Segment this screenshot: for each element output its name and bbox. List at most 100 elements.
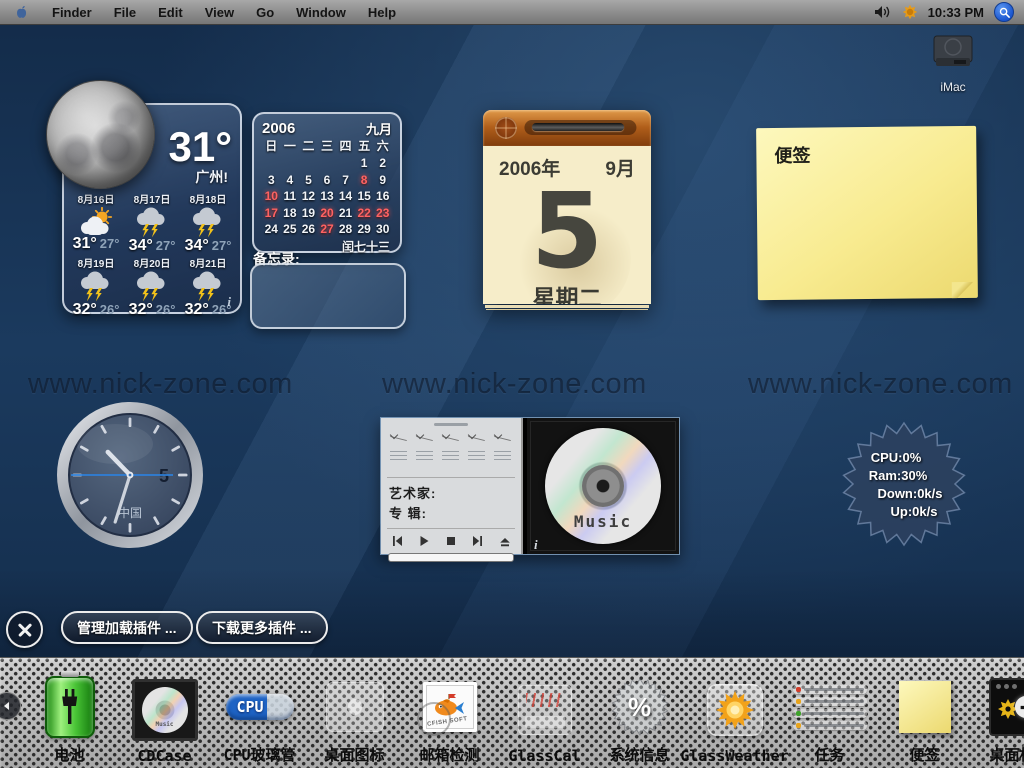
star-percent-icon: %: [611, 678, 669, 736]
eject-button[interactable]: [498, 534, 512, 548]
calendar-day-headers: 日一二三四五六: [262, 138, 392, 155]
dock-item-label: 便签: [909, 744, 939, 765]
menubar-clock[interactable]: 10:33 PM: [928, 5, 984, 20]
stop-button[interactable]: [444, 534, 458, 548]
dock-item-label: 电池: [54, 744, 84, 765]
left-arrow-icon: [2, 701, 12, 711]
calendar-day: 17: [262, 205, 281, 222]
sticky-note-icon: [899, 681, 951, 733]
dock-scroll-left-button[interactable]: [0, 692, 21, 720]
menu-item-finder[interactable]: Finder: [41, 5, 103, 20]
calendar-day: 23: [373, 205, 392, 222]
dock-item-便签[interactable]: 便签: [877, 658, 972, 768]
calendar-day: 12: [299, 188, 318, 205]
forecast-date: 8月21日: [190, 255, 227, 270]
menu-item-file[interactable]: File: [103, 5, 147, 20]
city-label: 广州!: [195, 167, 228, 187]
download-plugins-button[interactable]: 下载更多插件 ...: [196, 611, 328, 644]
dock-item-CDCase[interactable]: Music CDCase: [117, 658, 212, 768]
forecast-temps: 32°26°: [73, 301, 120, 319]
dock-item-桌面图标[interactable]: 桌面图标: [307, 658, 402, 768]
calendar-day: 10: [262, 188, 281, 205]
storm-icon: [188, 271, 228, 303]
forecast-temps: 34°27°: [129, 237, 176, 255]
widget-engine-icon[interactable]: [902, 4, 918, 20]
system-monitor-widget[interactable]: CPU:0%Ram:30%Down:0k/sUp:0k/s: [841, 421, 967, 547]
month-calendar-widget[interactable]: 2006 九月 日一二三四五六 123456789101112131415161…: [252, 112, 402, 253]
calendar-day: 24: [262, 221, 281, 238]
glass-sun-icon: [707, 684, 763, 736]
battery-icon: [45, 676, 95, 738]
booklet-diagrams: [387, 429, 515, 478]
prev-button[interactable]: [390, 534, 404, 548]
page-calendar-weekday: 星期二: [483, 279, 651, 304]
dock-item-label: GlassCal: [508, 747, 580, 765]
memo-input-area[interactable]: [250, 263, 406, 329]
calendar-grid: 1234567891011121314151617181920212223242…: [262, 155, 392, 238]
page-stack: [485, 305, 649, 308]
menu-item-help[interactable]: Help: [357, 5, 407, 20]
sticky-note-text: 便签: [756, 126, 976, 168]
glass-calendar-icon: [518, 685, 572, 735]
dock-item-label: GlassWeather: [680, 747, 788, 765]
clock-widget[interactable]: 5 中国: [55, 400, 205, 555]
sun-cloud-icon: [76, 207, 116, 237]
temp-high: 34°: [129, 237, 153, 254]
manage-plugins-button[interactable]: 管理加载插件 ...: [61, 611, 193, 644]
dock-item-任务[interactable]: 任务: [782, 658, 877, 768]
dock-item-label: 桌面标签: [989, 744, 1024, 765]
forecast-cell: 8月17日 34°27°: [124, 191, 180, 255]
dock-item-GlassWeather[interactable]: GlassWeather: [687, 658, 782, 768]
play-button[interactable]: [417, 534, 431, 548]
dock-item-电池[interactable]: 电池: [22, 658, 117, 768]
apple-logo-icon: [14, 4, 29, 20]
forecast-grid: 8月16日 31°27° 8月17日 34°27° 8月18日 34°27° 8…: [68, 191, 236, 304]
dock-item-GlassCal[interactable]: GlassCal: [497, 658, 592, 768]
cd-player-widget[interactable]: 艺术家: 专 辑: Music i: [380, 417, 680, 555]
next-button[interactable]: [471, 534, 485, 548]
dock-item-CPU玻璃管[interactable]: CPU CPU玻璃管: [212, 658, 307, 768]
menu-item-window[interactable]: Window: [285, 5, 357, 20]
menu-item-view[interactable]: View: [194, 5, 245, 20]
page-calendar-widget[interactable]: 2006年 9月 5 星期二 丙戌狗年 闰七十三: [483, 110, 651, 312]
calendar-day-header: 一: [281, 138, 300, 155]
apple-menu[interactable]: [0, 4, 41, 20]
temp-low: 27°: [212, 238, 232, 253]
spotlight-icon[interactable]: [994, 2, 1014, 22]
weather-info-button[interactable]: i: [227, 294, 231, 310]
dock-item-桌面标签[interactable]: 桌面标签: [972, 658, 1024, 768]
calendar-day: 18: [281, 205, 300, 222]
cd-progress-bar[interactable]: [388, 553, 514, 562]
volume-icon[interactable]: [874, 5, 892, 19]
calendar-empty-cell: [299, 155, 318, 172]
cd-info-button[interactable]: i: [534, 537, 538, 553]
moon-image: [46, 80, 155, 189]
watermark: www.nick-zone.com: [748, 368, 1013, 401]
menu-item-go[interactable]: Go: [245, 5, 285, 20]
temp-low: 27°: [156, 238, 176, 253]
page-calendar-body: 2006年 9月 5 星期二 丙戌狗年 闰七十三: [483, 146, 651, 304]
forecast-date: 8月17日: [134, 191, 171, 206]
calendar-day: 28: [336, 221, 355, 238]
ghost-panel-icon: [326, 682, 384, 732]
calendar-day: 5: [299, 172, 318, 189]
cd-jewel-case: Music i: [523, 418, 679, 554]
calendar-day-header: 六: [373, 138, 392, 155]
calendar-day: 21: [336, 205, 355, 222]
close-dashboard-button[interactable]: [6, 611, 43, 648]
menubar-status-area: 10:33 PM: [874, 2, 1024, 22]
calendar-day-header: 三: [318, 138, 337, 155]
sticky-note-widget[interactable]: 便签: [756, 126, 978, 300]
dock-item-邮箱检测[interactable]: CFISH SOFT 邮箱检测: [402, 658, 497, 768]
desktop-icon-imac[interactable]: iMac: [922, 32, 984, 94]
calendar-day: 13: [318, 188, 337, 205]
current-temp: 31°: [168, 123, 232, 171]
calendar-day: 30: [373, 221, 392, 238]
calendar-day: 29: [355, 221, 374, 238]
menu-items: FinderFileEditViewGoWindowHelp: [41, 5, 407, 20]
page-calendar-month: 9月: [605, 154, 635, 181]
menu-item-edit[interactable]: Edit: [147, 5, 194, 20]
dock-item-系统信息[interactable]: % 系统信息: [592, 658, 687, 768]
system-stat: Ram:30%: [869, 468, 928, 483]
calendar-empty-cell: [336, 155, 355, 172]
